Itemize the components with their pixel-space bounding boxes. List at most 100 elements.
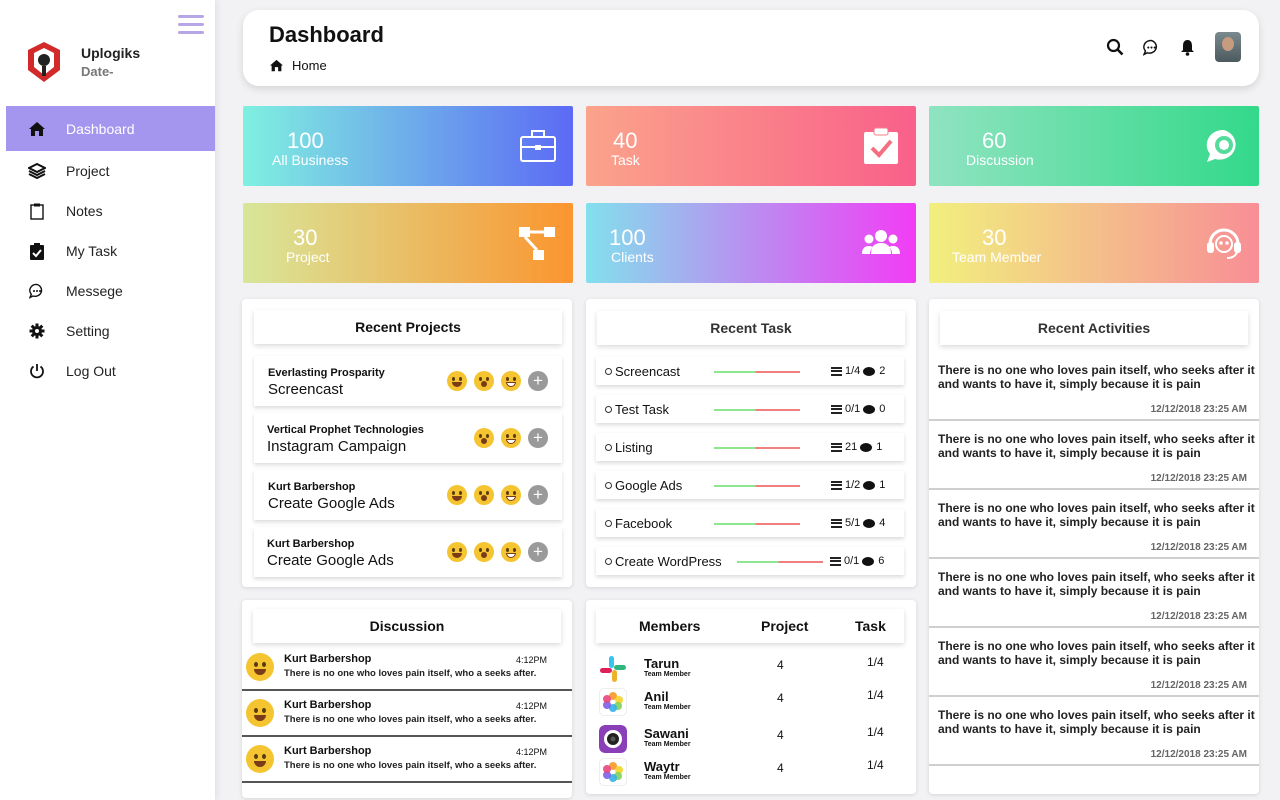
add-reaction-icon[interactable]: + <box>528 428 548 448</box>
project-name: Screencast <box>268 381 344 398</box>
task-progress-bar <box>714 523 800 525</box>
member-row[interactable]: Sawani Team Member 4 1/4 <box>586 723 916 757</box>
members-column-header: Members <box>639 618 701 634</box>
discussion-item[interactable]: Kurt Barbershop 4:12PM There is no one w… <box>242 737 572 783</box>
project-company: Vertical Prophet Technologies <box>267 424 424 436</box>
activity-item[interactable]: There is no one who loves pain itself, w… <box>929 561 1259 628</box>
smile-emoji-icon[interactable] <box>447 371 467 391</box>
list-icon <box>831 404 842 414</box>
member-task-count: 1/4 <box>867 688 884 702</box>
task-name: Facebook <box>615 516 673 531</box>
sidebar-item-label: Dashboard <box>66 120 135 137</box>
smile-emoji-icon[interactable] <box>447 485 467 505</box>
sidebar-item-log-out[interactable]: Log Out <box>6 351 215 391</box>
task-item[interactable]: Listing 21 1 <box>596 433 904 461</box>
activity-text: There is no one who loves pain itself, w… <box>938 363 1255 391</box>
briefcase-icon <box>520 130 556 162</box>
project-reactions: + <box>467 428 548 448</box>
project-item[interactable]: Vertical Prophet Technologies Instagram … <box>254 413 562 463</box>
activity-item[interactable]: There is no one who loves pain itself, w… <box>929 492 1259 559</box>
add-reaction-icon[interactable]: + <box>528 542 548 562</box>
scream-emoji-icon[interactable] <box>474 485 494 505</box>
stat-card-project[interactable]: 30 Project <box>243 203 573 283</box>
task-item[interactable]: Google Ads 1/2 1 <box>596 471 904 499</box>
discussion-item[interactable]: Kurt Barbershop 4:12PM There is no one w… <box>242 691 572 737</box>
recent-projects-panel: Recent Projects Everlasting Prosparity S… <box>242 299 572 587</box>
task-name: Screencast <box>615 364 681 379</box>
members-panel: Members Project Task Tarun Team Member 4… <box>586 600 916 794</box>
member-row[interactable]: Waytr Team Member 4 1/4 <box>586 756 916 790</box>
task-meta: 0/1 0 <box>831 403 885 415</box>
search-icon[interactable] <box>1103 35 1127 59</box>
discussion-author: Kurt Barbershop <box>284 745 372 757</box>
stat-card-team-member[interactable]: 30 Team Member <box>929 203 1259 283</box>
activity-item[interactable]: There is no one who loves pain itself, w… <box>929 423 1259 490</box>
task-progress-bar <box>714 447 800 449</box>
project-item[interactable]: Kurt Barbershop Create Google Ads + <box>254 527 562 577</box>
task-bullet-icon <box>605 558 612 565</box>
project-company: Kurt Barbershop <box>268 481 356 493</box>
sidebar-item-messege[interactable]: Messege <box>6 271 215 311</box>
comment-icon <box>860 442 873 452</box>
task-item[interactable]: Screencast 1/4 2 <box>596 357 904 385</box>
activity-item[interactable]: There is no one who loves pain itself, w… <box>929 630 1259 697</box>
stat-card-task[interactable]: 40 Task <box>586 106 916 186</box>
member-row[interactable]: Anil Team Member 4 1/4 <box>586 686 916 720</box>
sidebar-item-notes[interactable]: Notes <box>6 191 215 231</box>
activity-item[interactable]: There is no one who loves pain itself, w… <box>929 699 1259 766</box>
bell-icon[interactable] <box>1175 35 1199 59</box>
activity-time: 12/12/2018 23:25 AM <box>1150 404 1247 415</box>
avatar[interactable] <box>1215 32 1241 62</box>
project-reactions: + <box>440 542 548 562</box>
task-comments: 0 <box>879 403 886 415</box>
grin-emoji-icon[interactable] <box>501 371 521 391</box>
smile-emoji-icon[interactable] <box>447 542 467 562</box>
chat-icon[interactable] <box>1139 35 1163 59</box>
hamburger-menu-icon[interactable] <box>178 15 204 35</box>
stat-label: Team Member <box>952 249 1042 265</box>
activity-text: There is no one who loves pain itself, w… <box>938 708 1255 736</box>
task-meta: 0/1 6 <box>830 555 884 567</box>
activity-time: 12/12/2018 23:25 AM <box>1150 749 1247 760</box>
stat-label: Project <box>286 249 330 265</box>
grin-emoji-icon[interactable] <box>501 485 521 505</box>
comment-icon <box>863 480 876 490</box>
sidebar-item-setting[interactable]: Setting <box>6 311 215 351</box>
discussion-title: Discussion <box>253 609 561 643</box>
project-name: Create Google Ads <box>268 495 395 512</box>
grin-emoji-icon[interactable] <box>501 542 521 562</box>
message-icon <box>28 282 46 300</box>
project-item[interactable]: Everlasting Prosparity Screencast + <box>254 356 562 406</box>
stat-card-discussion[interactable]: 60 Discussion <box>929 106 1259 186</box>
stat-card-all-business[interactable]: 100 All Business <box>243 106 573 186</box>
task-item[interactable]: Test Task 0/1 0 <box>596 395 904 423</box>
discussion-message: There is no one who loves pain itself, w… <box>284 760 537 771</box>
member-role: Team Member <box>644 774 691 781</box>
sidebar-item-dashboard[interactable]: Dashboard <box>6 106 215 151</box>
activity-item[interactable]: There is no one who loves pain itself, w… <box>929 354 1259 421</box>
task-bullet-icon <box>605 406 612 413</box>
task-item[interactable]: Facebook 5/1 4 <box>596 509 904 537</box>
stat-card-clients[interactable]: 100 Clients <box>586 203 916 283</box>
task-item[interactable]: Create WordPress 0/1 6 <box>596 547 904 575</box>
scream-emoji-icon[interactable] <box>474 371 494 391</box>
brand-logo-icon <box>28 42 60 82</box>
scream-emoji-icon[interactable] <box>474 428 494 448</box>
add-reaction-icon[interactable]: + <box>528 485 548 505</box>
project-item[interactable]: Kurt Barbershop Create Google Ads + <box>254 470 562 520</box>
task-meta: 21 1 <box>831 441 882 453</box>
breadcrumb-home[interactable]: Home <box>292 58 327 73</box>
sidebar-item-project[interactable]: Project <box>6 151 215 191</box>
scream-emoji-icon[interactable] <box>474 542 494 562</box>
sidebar-item-my-task[interactable]: My Task <box>6 231 215 271</box>
discussion-item[interactable]: Kurt Barbershop 4:12PM There is no one w… <box>242 645 572 691</box>
brand-name: Uplogiks <box>81 45 141 61</box>
list-icon <box>831 442 842 452</box>
add-reaction-icon[interactable]: + <box>528 371 548 391</box>
sidebar-item-label: Messege <box>66 283 123 299</box>
member-row[interactable]: Tarun Team Member 4 1/4 <box>586 653 916 687</box>
breadcrumb[interactable]: Home <box>269 58 327 73</box>
sitemap-icon <box>519 227 555 260</box>
list-icon <box>831 518 842 528</box>
grin-emoji-icon[interactable] <box>501 428 521 448</box>
